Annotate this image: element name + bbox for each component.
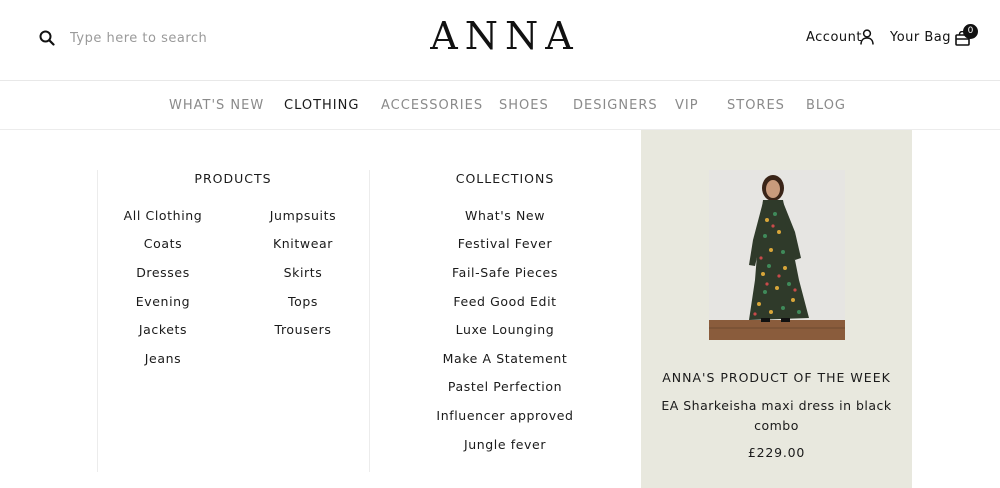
menu-link-skirts[interactable]: Skirts <box>284 265 323 280</box>
user-icon[interactable] <box>860 29 874 45</box>
menu-link-tops[interactable]: Tops <box>288 294 318 309</box>
menu-link-pastel-perfection[interactable]: Pastel Perfection <box>448 379 562 394</box>
nav-stores[interactable]: STORES <box>727 98 785 113</box>
menu-link-jeans[interactable]: Jeans <box>145 351 181 366</box>
menu-link-jungle-fever[interactable]: Jungle fever <box>464 437 546 452</box>
menu-link-whats-new[interactable]: What's New <box>465 208 545 223</box>
product-image[interactable] <box>709 170 845 340</box>
nav-shoes[interactable]: SHOES <box>499 98 549 113</box>
collections-heading: COLLECTIONS <box>455 171 555 186</box>
menu-link-make-a-statement[interactable]: Make A Statement <box>443 351 568 366</box>
promo-product-name[interactable]: EA Sharkeisha maxi dress in black combo <box>661 396 892 436</box>
nav-clothing[interactable]: CLOTHING <box>284 98 359 113</box>
nav-accessories[interactable]: ACCESSORIES <box>381 98 483 113</box>
search-icon[interactable] <box>39 30 55 46</box>
bag-count-badge: 0 <box>963 24 978 39</box>
site-logo[interactable]: ANNA <box>390 14 620 58</box>
menu-link-knitwear[interactable]: Knitwear <box>273 236 333 251</box>
menu-link-feed-good-edit[interactable]: Feed Good Edit <box>453 294 556 309</box>
product-of-the-week-panel[interactable]: ANNA'S PRODUCT OF THE WEEK EA Sharkeisha… <box>641 130 912 488</box>
menu-link-jackets[interactable]: Jackets <box>139 322 187 337</box>
menu-link-luxe-lounging[interactable]: Luxe Lounging <box>456 322 555 337</box>
promo-price: £229.00 <box>747 445 806 460</box>
search-input[interactable] <box>62 26 302 50</box>
menu-link-trousers[interactable]: Trousers <box>275 322 332 337</box>
menu-link-coats[interactable]: Coats <box>144 236 182 251</box>
menu-link-dresses[interactable]: Dresses <box>136 265 190 280</box>
clothing-mega-menu: PRODUCTS All Clothing Coats Dresses Even… <box>0 130 1000 488</box>
promo-title: ANNA'S PRODUCT OF THE WEEK <box>662 370 891 385</box>
site-header: ANNA Account Your Bag 0 <box>0 0 1000 81</box>
main-navigation: WHAT'S NEW CLOTHING ACCESSORIES SHOES DE… <box>0 81 1000 130</box>
menu-link-influencer-approved[interactable]: Influencer approved <box>436 408 573 423</box>
column-divider <box>369 170 370 472</box>
bag-link[interactable]: Your Bag <box>890 30 951 45</box>
nav-whats-new[interactable]: WHAT'S NEW <box>169 98 264 113</box>
menu-link-fail-safe-pieces[interactable]: Fail-Safe Pieces <box>452 265 558 280</box>
menu-link-all-clothing[interactable]: All Clothing <box>124 208 203 223</box>
nav-vip[interactable]: VIP <box>675 98 699 113</box>
menu-link-festival-fever[interactable]: Festival Fever <box>458 236 552 251</box>
nav-blog[interactable]: BLOG <box>806 98 846 113</box>
menu-link-evening[interactable]: Evening <box>136 294 190 309</box>
menu-link-jumpsuits[interactable]: Jumpsuits <box>270 208 336 223</box>
nav-designers[interactable]: DESIGNERS <box>573 98 658 113</box>
account-link[interactable]: Account <box>806 30 862 45</box>
column-divider <box>97 170 98 472</box>
products-heading: PRODUCTS <box>194 171 272 186</box>
